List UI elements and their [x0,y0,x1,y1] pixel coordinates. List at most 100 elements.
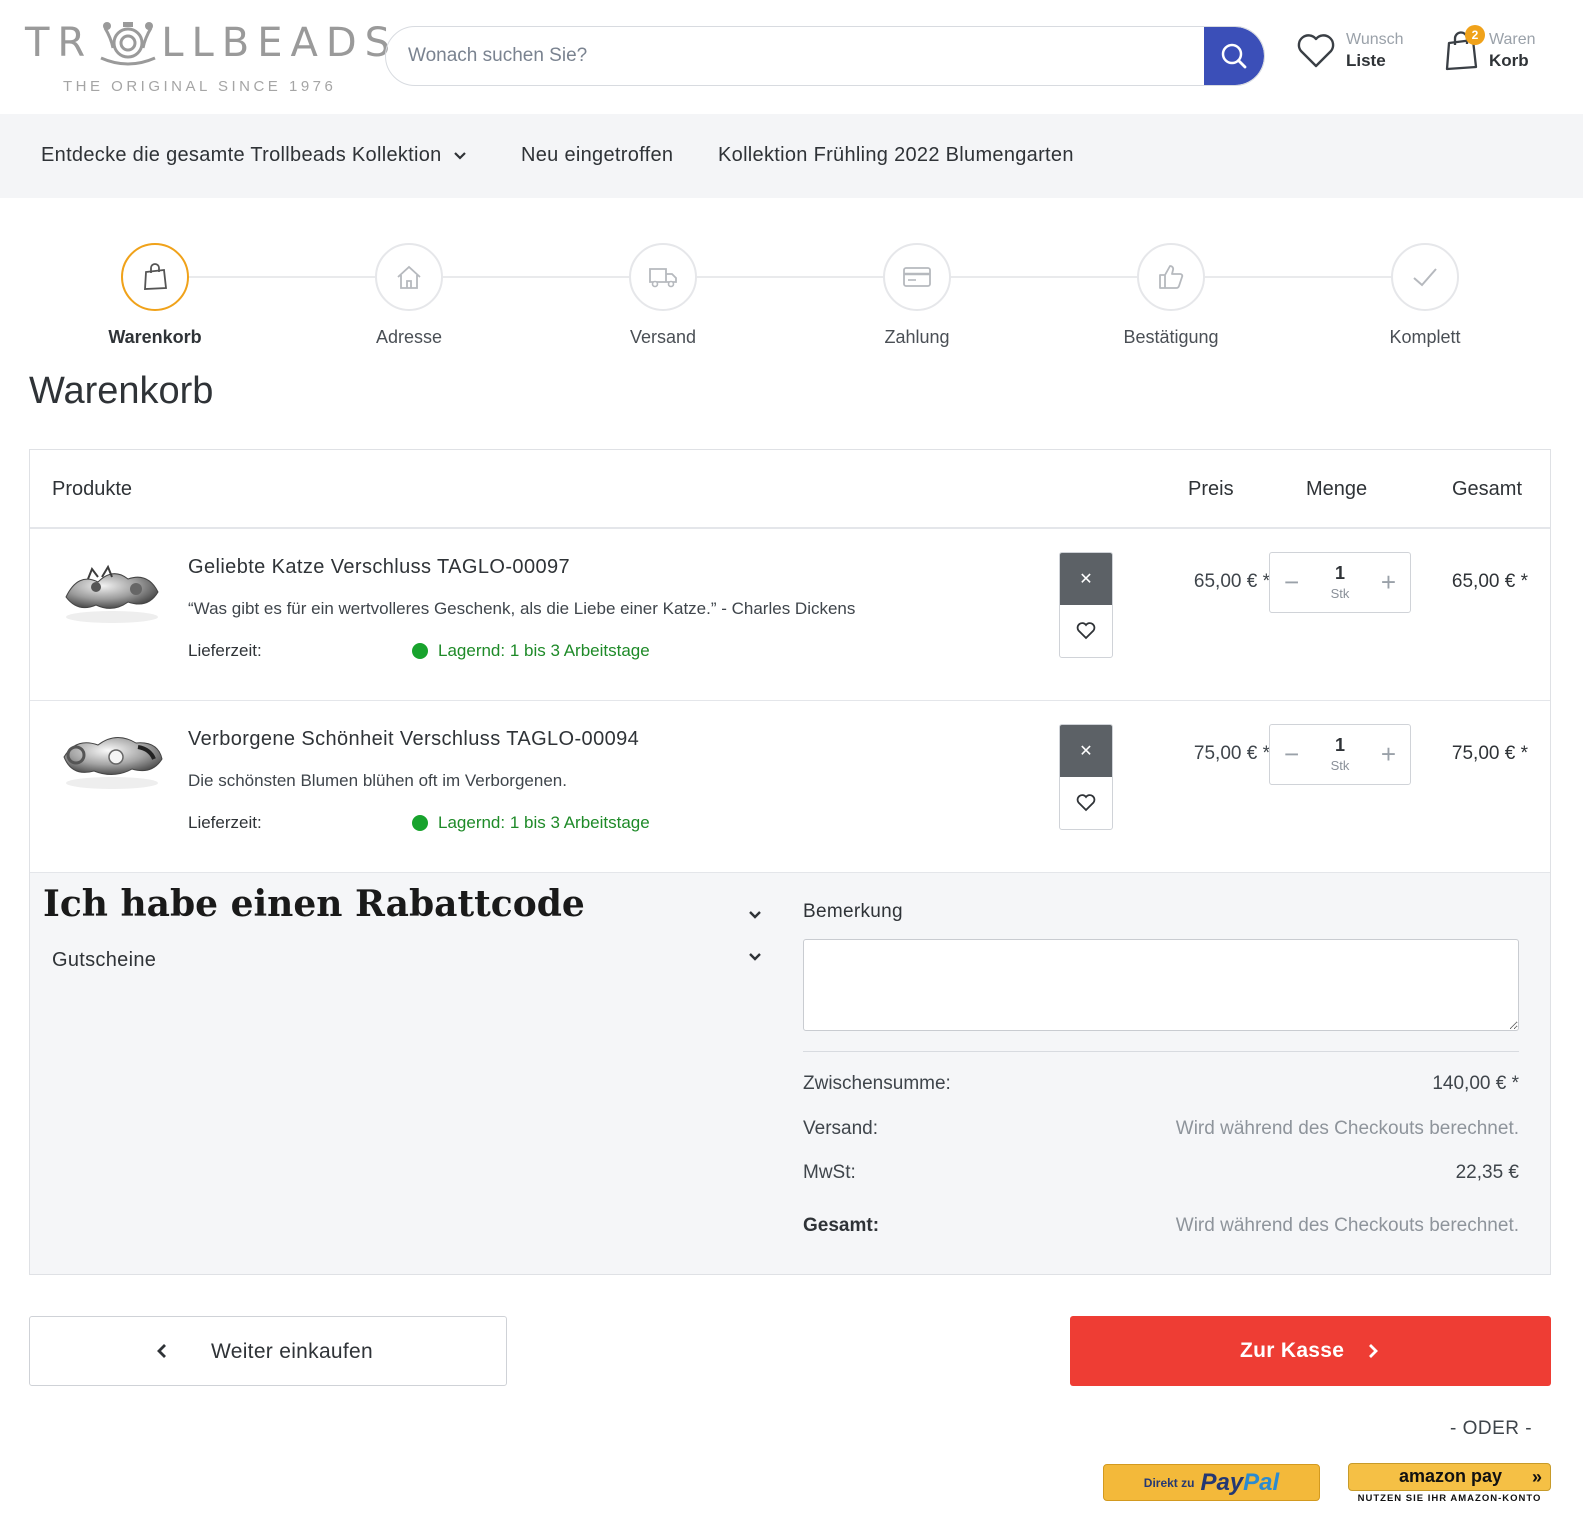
step-adresse: Adresse [309,243,509,348]
subtotal-label: Zwischensumme: [803,1073,951,1094]
total-label: Gesamt: [803,1215,880,1236]
item-actions: ✕ [1059,552,1113,658]
item-price: 65,00 € * [1193,571,1270,592]
item-total: 65,00 € * [1451,571,1528,592]
step-bestaetigung: Bestätigung [1071,243,1271,348]
amazon-pay-label: amazon pay [1399,1466,1503,1486]
step-label: Warenkorb [108,327,202,347]
checkout-button[interactable]: Zur Kasse [1070,1316,1551,1386]
crest-icon [100,22,156,66]
step-komplett: Komplett [1325,243,1525,348]
total-value: Wird während des Checkouts berechnet. [1175,1215,1519,1236]
checkmark-icon [1413,268,1437,287]
product-name[interactable]: Verborgene Schönheit Verschluss TAGLO-00… [188,728,639,751]
cart-count-badge: 2 [1465,25,1485,45]
chevron-down-icon[interactable] [747,949,763,965]
search-icon [1221,43,1247,69]
amazon-pay-subtitle: NUTZEN SIE IHR AMAZON-KONTO [1357,1493,1542,1504]
wishlist-line2: Liste [1346,51,1386,70]
cart-link[interactable]: 2 Waren Korb [1443,25,1536,72]
heart-icon [1076,622,1096,640]
continue-shopping-button[interactable]: Weiter einkaufen [29,1316,507,1386]
product-name[interactable]: Geliebte Katze Verschluss TAGLO-00097 [188,556,570,579]
remove-item-button[interactable]: ✕ [1060,725,1112,777]
or-divider: - ODER - [1450,1418,1533,1439]
step-label: Komplett [1389,327,1461,347]
cart-line2: Korb [1489,51,1529,70]
truck-icon [649,268,677,288]
header-products: Produkte [52,478,133,500]
home-icon [397,265,421,289]
stock-status: Lagernd: 1 bis 3 Arbeitstage [412,813,650,833]
vouchers-toggle[interactable]: Gutscheine [52,949,156,972]
chevron-down-icon[interactable] [747,907,763,923]
paypal-logo: PayPal [1200,1468,1280,1496]
thumbs-up-icon [1159,265,1184,289]
product-image[interactable] [58,719,166,799]
close-icon: ✕ [1079,743,1093,760]
cart-item-row: Geliebte Katze Verschluss TAGLO-00097 “W… [30,529,1550,701]
subtotal-value: 140,00 € * [1432,1073,1519,1094]
stock-dot-icon [412,643,428,659]
item-total: 75,00 € * [1451,743,1528,764]
continue-shopping-label: Weiter einkaufen [211,1340,374,1363]
remark-textarea[interactable] [803,939,1519,1031]
wishlist-link[interactable]: Wunsch Liste [1296,30,1404,72]
remark-label: Bemerkung [803,901,903,922]
nav-item-collection[interactable]: Entdecke die gesamte Trollbeads Kollekti… [41,144,467,167]
delivery-label: Lieferzeit: [188,641,262,660]
site-header: TR LLBEADS THE ORIGINAL SINCE 1976 Wonac… [0,0,1583,114]
checkout-label: Zur Kasse [1240,1339,1345,1362]
tax-value: 22,35 € [1455,1162,1519,1183]
logo-tagline: THE ORIGINAL SINCE 1976 [63,78,337,95]
product-image[interactable] [58,547,166,627]
credit-card-icon [903,267,931,287]
shopping-bag-icon [144,263,168,290]
chevron-left-icon [157,1344,166,1358]
chevron-right-icon [1369,1344,1378,1358]
nav-item-new[interactable]: Neu eingetroffen [521,144,673,167]
cart-table: Produkte Preis Menge Gesamt Geliebte Kat… [29,449,1551,1275]
tax-label: MwSt: [803,1162,856,1183]
page-title: Warenkorb [29,370,214,412]
heart-icon [1297,34,1335,68]
heart-icon [1076,794,1096,812]
paypal-express-button[interactable]: Direkt zu PayPal [1103,1464,1320,1501]
summary-divider [803,1051,1519,1052]
step-label: Zahlung [884,327,950,347]
cart-line1: Waren [1489,31,1536,48]
step-warenkorb[interactable]: Warenkorb [55,243,255,348]
step-versand: Versand [563,243,763,348]
shipping-value: Wird während des Checkouts berechnet. [1175,1118,1519,1139]
paypal-prefix: Direkt zu [1143,1475,1195,1490]
trollbeads-logo[interactable]: TR LLBEADS THE ORIGINAL SINCE 1976 [25,18,390,98]
cart-table-header: Produkte Preis Menge Gesamt [30,450,1550,529]
shipping-label: Versand: [803,1118,878,1139]
add-to-wishlist-button[interactable] [1060,777,1112,829]
add-to-wishlist-button[interactable] [1060,605,1112,657]
product-description: “Was gibt es für ein wertvolleres Gesche… [188,599,856,618]
product-description: Die schönsten Blumen blühen oft im Verbo… [188,771,567,790]
item-price: 75,00 € * [1193,743,1270,764]
nav-item-spring-collection[interactable]: Kollektion Frühling 2022 Blumengarten [718,144,1074,167]
cart-footer-section: Ich habe einen Rabattcode Gutscheine Bem… [30,873,1550,1274]
search-bar [385,26,1265,86]
search-button[interactable] [1204,27,1264,85]
header-total: Gesamt [1452,478,1523,500]
stock-status: Lagernd: 1 bis 3 Arbeitstage [412,641,650,661]
remove-item-button[interactable]: ✕ [1060,553,1112,605]
main-navigation: Entdecke die gesamte Trollbeads Kollekti… [0,114,1583,198]
logo-word-right: LLBEADS [161,20,399,66]
header-quantity: Menge [1306,478,1368,500]
amazon-pay-button[interactable]: amazon pay » NUTZEN SIE IHR AMAZON-KONTO [1348,1463,1551,1504]
coupon-toggle[interactable]: Ich habe einen Rabattcode [43,883,585,925]
logo-word-left: TR [25,20,94,66]
delivery-label: Lieferzeit: [188,813,262,832]
double-chevron-right-icon: » [1531,1467,1542,1487]
close-icon: ✕ [1079,571,1093,588]
search-input[interactable] [386,27,1206,85]
step-label: Adresse [375,327,443,347]
stock-dot-icon [412,815,428,831]
wishlist-line1: Wunsch [1346,31,1404,48]
header-price: Preis [1188,478,1234,500]
